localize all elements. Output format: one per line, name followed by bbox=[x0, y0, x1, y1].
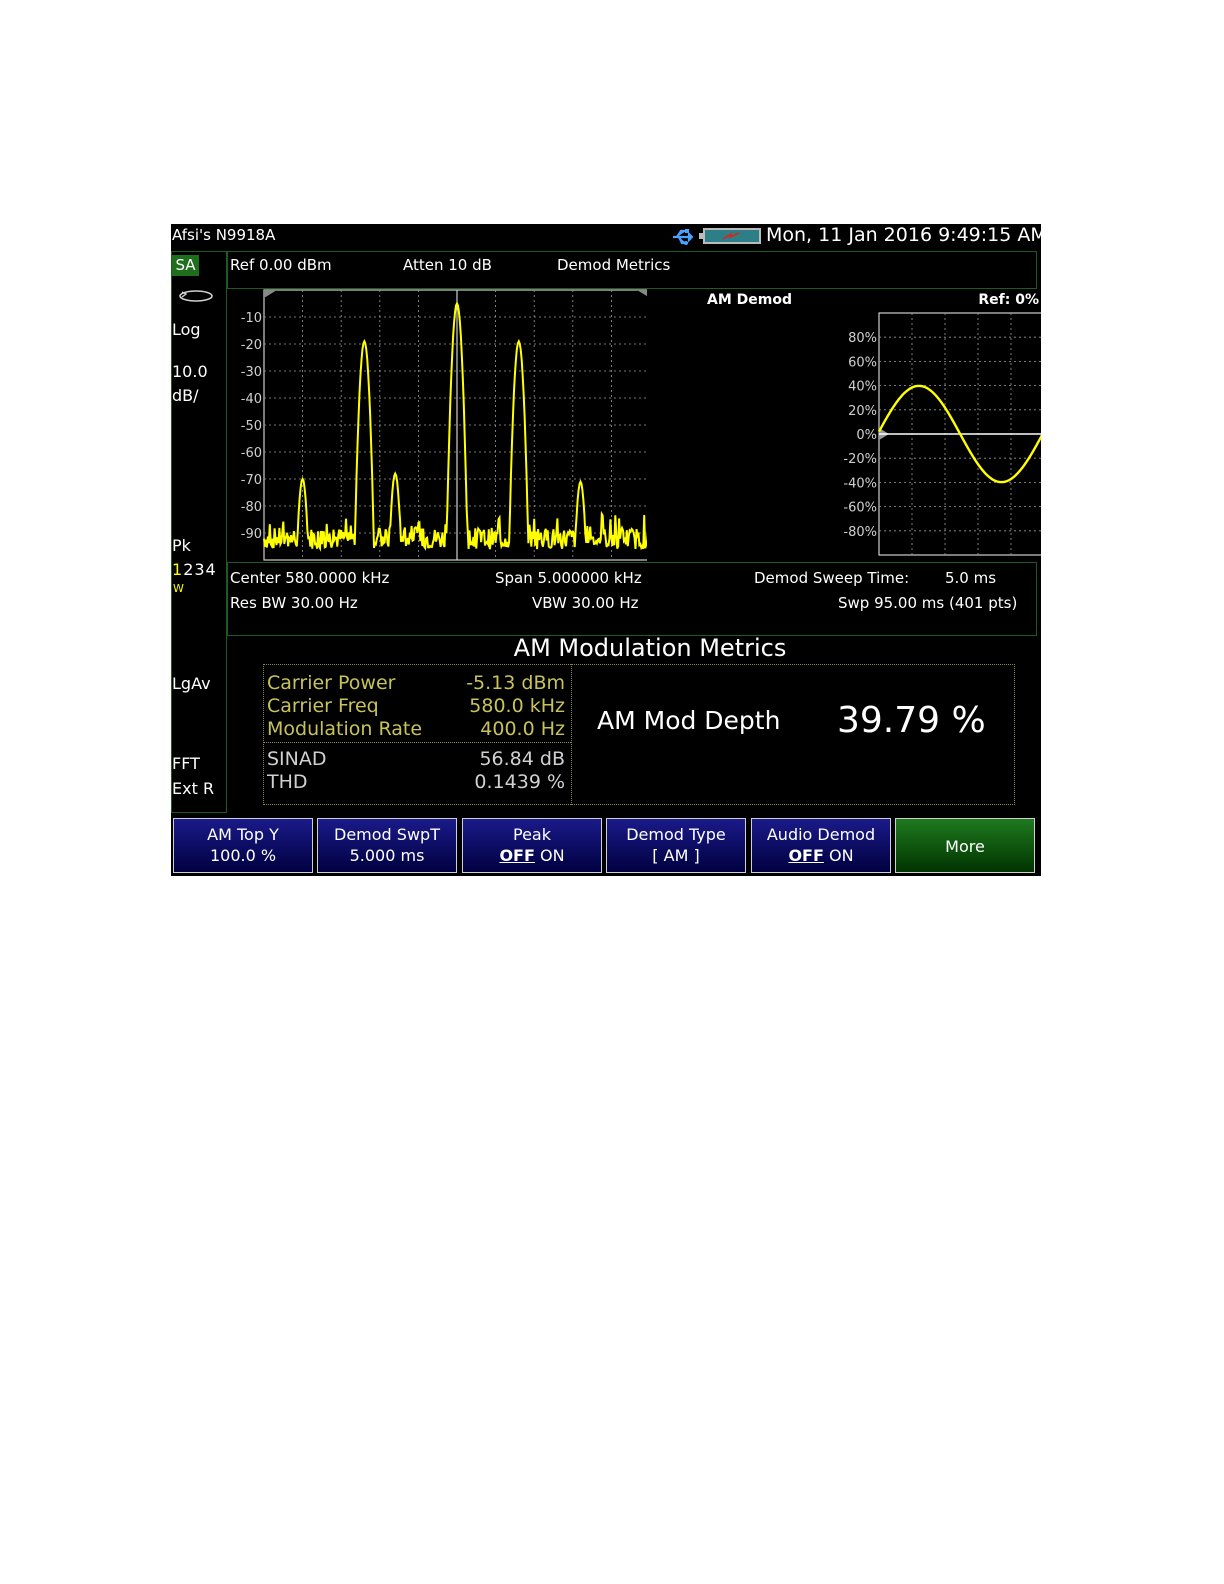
metrics-divider bbox=[571, 664, 572, 805]
spectrum-grid bbox=[263, 289, 647, 561]
softkey-label: Peak bbox=[513, 825, 551, 844]
demod-y-tick-label: 40% bbox=[848, 380, 877, 395]
softkey-value: 100.0 % bbox=[209, 846, 277, 865]
demod-y-tick-label: 20% bbox=[848, 404, 877, 419]
carrier-power-label: Carrier Power bbox=[267, 672, 396, 694]
spectrum-y-tick-label: -40 bbox=[241, 392, 262, 407]
spectrum-y-tick-label: -30 bbox=[241, 365, 262, 380]
more-softkey[interactable]: More bbox=[895, 818, 1035, 873]
am-demod-title: AM Demod bbox=[707, 292, 792, 308]
instrument-name: Afsi's N9918A bbox=[172, 226, 276, 244]
toggle-unselected: ON bbox=[829, 846, 854, 865]
am-demod-ref: Ref: 0% bbox=[978, 292, 1039, 308]
softkey-value: [ AM ] bbox=[652, 846, 700, 865]
left-edge-marker bbox=[264, 290, 277, 298]
demod-y-tick-label: -60% bbox=[843, 501, 877, 516]
modulation-rate-value: 400.0 Hz bbox=[480, 718, 565, 740]
spectrum-y-ticks: -10 -20 -30 -40 -50 -60 -70 -80 -90 bbox=[241, 311, 262, 542]
spectrum-y-tick-label: -70 bbox=[241, 473, 262, 488]
demod-sweep-value: 5.0 ms bbox=[945, 569, 997, 587]
softkey-label: Demod SwpT bbox=[334, 825, 440, 844]
demod-swpt-softkey[interactable]: Demod SwpT 5.000 ms bbox=[317, 818, 457, 873]
audio-demod-softkey[interactable]: Audio Demod OFF ON bbox=[751, 818, 891, 873]
toggle-selected: OFF bbox=[499, 846, 535, 865]
spectrum-y-tick-label: -80 bbox=[241, 500, 262, 515]
ref-source: Ext R bbox=[172, 779, 215, 798]
battery-icon bbox=[703, 228, 761, 244]
carrier-freq-value: 580.0 kHz bbox=[469, 695, 565, 717]
toggle-unselected: ON bbox=[540, 846, 565, 865]
am-demod-chart[interactable]: AM Demod Ref: 0% 80% 60% 40% 20% 0% -20% -40% -… bbox=[647, 288, 1041, 564]
softkey-label: More bbox=[945, 837, 985, 856]
scale-type: Log bbox=[172, 320, 201, 339]
demod-y-tick-label: -80% bbox=[843, 525, 877, 540]
ref-level[interactable]: Ref 0.00 dBm bbox=[230, 256, 332, 274]
spectrum-y-tick-label: -90 bbox=[241, 527, 262, 542]
trace-other: 234 bbox=[183, 560, 217, 579]
sweep-time-points: Swp 95.00 ms (401 pts) bbox=[838, 594, 1018, 612]
attenuation[interactable]: Atten 10 dB bbox=[403, 256, 492, 274]
peak-softkey[interactable]: Peak OFF ON bbox=[462, 818, 602, 873]
softkey-toggle: OFF ON bbox=[752, 846, 890, 865]
detector: Pk bbox=[172, 536, 191, 555]
analyzer-screen: Afsi's N9918A Mon, 11 Jan 2016 9:49:15 A… bbox=[171, 224, 1041, 876]
scale-unit: dB/ bbox=[172, 386, 199, 405]
spectrum-y-tick-label: -10 bbox=[241, 311, 262, 326]
resolution-bandwidth[interactable]: Res BW 30.00 Hz bbox=[230, 594, 358, 612]
sweep-mode: FFT bbox=[172, 754, 200, 773]
am-top-y-softkey[interactable]: AM Top Y 100.0 % bbox=[173, 818, 313, 873]
usb-icon bbox=[673, 229, 693, 245]
demod-y-tick-label: 60% bbox=[848, 355, 877, 370]
sinad-value: 56.84 dB bbox=[479, 748, 565, 770]
trace-state: W bbox=[173, 582, 184, 595]
trace-indicators: 1234 bbox=[172, 560, 217, 579]
carrier-freq-label: Carrier Freq bbox=[267, 695, 379, 717]
toggle-selected: OFF bbox=[788, 846, 824, 865]
carrier-power-value: -5.13 dBm bbox=[466, 672, 565, 694]
right-edge-marker bbox=[637, 290, 647, 297]
softkey-label: AM Top Y bbox=[207, 825, 279, 844]
sweep-continuous-icon bbox=[179, 290, 213, 302]
spectrum-y-tick-label: -60 bbox=[241, 446, 262, 461]
demod-sweep-label: Demod Sweep Time: bbox=[754, 569, 910, 587]
datetime: Mon, 11 Jan 2016 9:49:15 AM bbox=[766, 224, 1041, 246]
demod-y-tick-label: -20% bbox=[843, 452, 877, 467]
spectrum-chart[interactable]: -10 -20 -30 -40 -50 -60 -70 -80 -90 bbox=[227, 288, 647, 564]
span[interactable]: Span 5.000000 kHz bbox=[495, 569, 642, 587]
thd-label: THD bbox=[267, 771, 308, 793]
trace-1: 1 bbox=[172, 560, 184, 579]
average-type: LgAv bbox=[172, 674, 211, 693]
demod-y-tick-label: 80% bbox=[848, 331, 877, 346]
softkey-value: 5.000 ms bbox=[349, 846, 425, 865]
softkey-label: Audio Demod bbox=[766, 825, 876, 844]
thd-value: 0.1439 % bbox=[474, 771, 565, 793]
scale-value: 10.0 bbox=[172, 362, 208, 381]
softkey-toggle: OFF ON bbox=[463, 846, 601, 865]
metrics-row-divider bbox=[263, 742, 571, 743]
spectrum-trace bbox=[263, 301, 647, 552]
measurement-name: Demod Metrics bbox=[557, 256, 671, 274]
am-mod-depth-label: AM Mod Depth bbox=[597, 706, 781, 735]
softkey-label: Demod Type bbox=[626, 825, 726, 844]
spectrum-y-tick-label: -50 bbox=[241, 419, 262, 434]
sinad-label: SINAD bbox=[267, 748, 327, 770]
demod-y-tick-label: 0% bbox=[856, 428, 877, 443]
spectrum-y-tick-label: -20 bbox=[241, 338, 262, 353]
demod-y-tick-label: -40% bbox=[843, 476, 877, 491]
mode-badge[interactable]: SA bbox=[172, 255, 199, 276]
metrics-title: AM Modulation Metrics bbox=[513, 634, 787, 662]
am-mod-depth-value: 39.79 % bbox=[837, 700, 986, 741]
center-frequency[interactable]: Center 580.0000 kHz bbox=[230, 569, 389, 587]
video-bandwidth[interactable]: VBW 30.00 Hz bbox=[532, 594, 638, 612]
demod-type-softkey[interactable]: Demod Type [ AM ] bbox=[606, 818, 746, 873]
